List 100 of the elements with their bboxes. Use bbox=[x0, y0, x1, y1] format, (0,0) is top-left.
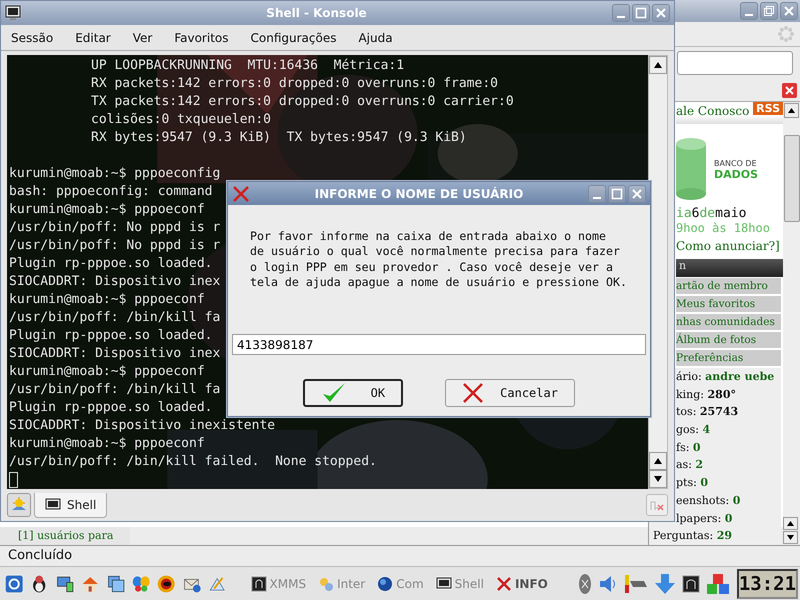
scrollbar-thumb[interactable] bbox=[784, 135, 800, 222]
close-button[interactable] bbox=[652, 4, 670, 22]
stat-line: Perguntas: 29 bbox=[653, 528, 732, 544]
scroll-up-icon[interactable] bbox=[649, 56, 667, 74]
terminal-line: bash: pppoeconfig: command bbox=[9, 184, 212, 200]
scroll-down-icon[interactable] bbox=[783, 531, 798, 544]
terminal-icon[interactable] bbox=[682, 574, 700, 592]
x-icon bbox=[232, 184, 250, 202]
maximize-button[interactable] bbox=[608, 184, 626, 202]
contact-link[interactable]: ale Conosco bbox=[676, 104, 750, 118]
terminal-line: SIOCADDRT: Dispositivo inex bbox=[9, 346, 220, 362]
dialog-message: Por favor informe na caixa de entrada abaixo o nome de usuário o qual você normalmente precisa para fazer o login PPP em seu provedor . Caso você deseje ver a tela de ajuda apague a nome de usuário e pressione OK. bbox=[250, 229, 628, 290]
users-link[interactable]: [1] usuários para bbox=[0, 527, 130, 545]
username-field[interactable]: 4133898187 bbox=[232, 334, 646, 356]
terminal-line: /usr/bin/poff: No pppd is r bbox=[9, 220, 220, 236]
close-icon[interactable] bbox=[782, 82, 797, 98]
minimize-button[interactable] bbox=[740, 2, 758, 20]
logo-text: BANCO DE DADOS bbox=[714, 158, 758, 180]
throbber-icon bbox=[778, 26, 794, 42]
scroll-up-icon[interactable] bbox=[649, 452, 667, 470]
menu-item[interactable]: Meus favoritos bbox=[676, 296, 781, 312]
terminal-line: /usr/bin/poff: /bin/kill fa bbox=[9, 382, 220, 398]
terminal-line: kurumin@moab:~$ pppoeconf bbox=[9, 436, 205, 452]
menu-item[interactable]: Álbum de fotos bbox=[676, 332, 781, 348]
globe-icon bbox=[377, 576, 394, 592]
terminal-line: kurumin@moab:~$ pppoeconf bbox=[9, 364, 205, 380]
new-session-button[interactable] bbox=[7, 493, 31, 518]
terminal-line: SIOCADDRT: Dispositivo inexistente bbox=[9, 418, 276, 434]
terminal-line: Plugin rp-pppoe.so loaded. bbox=[9, 328, 212, 344]
close-icon bbox=[783, 5, 795, 17]
menu-header: n bbox=[676, 259, 783, 277]
close-icon bbox=[655, 6, 667, 19]
menu-item[interactable]: nhas comunidades bbox=[676, 314, 781, 330]
menu-item[interactable]: Sessão bbox=[11, 30, 54, 45]
stat-line: fs: 0 bbox=[676, 440, 701, 456]
minimize-icon bbox=[745, 14, 753, 16]
dialog-title: INFORME O NOME DE USUÁRIO bbox=[314, 186, 524, 200]
gears-icon bbox=[318, 576, 334, 592]
stat-line: pts: 0 bbox=[676, 475, 708, 492]
restore-icon bbox=[763, 5, 775, 17]
terminal-line: /usr/bin/poff: No pppd is r bbox=[9, 238, 220, 254]
minimize-button[interactable] bbox=[588, 184, 606, 202]
terminal-line: kurumin@moab:~$ pppoeconf bbox=[9, 202, 205, 218]
session-tab[interactable]: Shell bbox=[34, 492, 108, 518]
clock[interactable]: 13:21 bbox=[736, 568, 798, 598]
down-arrow-icon[interactable] bbox=[654, 572, 676, 594]
menu-item[interactable]: Editar bbox=[75, 30, 111, 45]
terminal-icon bbox=[5, 4, 21, 21]
scroll-up-icon[interactable] bbox=[783, 517, 798, 530]
terminal-line: RX bytes:9547 (9.3 KiB) TX bytes:9547 (9.3 KiB) bbox=[91, 130, 467, 146]
minimize-icon bbox=[593, 196, 601, 198]
stat-line: gos: 4 bbox=[676, 422, 710, 438]
menu-item[interactable]: Favoritos bbox=[174, 30, 228, 45]
x-icon bbox=[462, 382, 484, 404]
terminal-line: colisões:0 txqueuelen:0 bbox=[91, 112, 272, 128]
database-drawing bbox=[676, 138, 708, 200]
menu-item[interactable]: Ver bbox=[132, 30, 152, 45]
scroll-up-icon[interactable] bbox=[784, 103, 799, 118]
menu-item[interactable]: Preferências bbox=[676, 350, 781, 366]
terminal-line: SIOCADDRT: Dispositivo inex bbox=[9, 274, 220, 290]
window-title: Shell - Konsole bbox=[265, 6, 368, 20]
dialog-button[interactable]: OK bbox=[303, 379, 404, 408]
terminal-icon bbox=[250, 576, 267, 592]
oval-icon[interactable] bbox=[578, 572, 592, 594]
restore-button[interactable] bbox=[760, 2, 778, 20]
stat-line: king: 280° bbox=[676, 386, 736, 403]
stat-line: lpapers: 0 bbox=[676, 510, 732, 526]
advertise-link[interactable]: Como anunciar?] bbox=[676, 239, 783, 253]
close-tab-button[interactable] bbox=[646, 494, 668, 516]
rss-badge[interactable]: RSS bbox=[753, 102, 783, 115]
terminal-line: Plugin rp-pppoe.so loaded. bbox=[9, 400, 212, 416]
scroll-down-icon[interactable] bbox=[649, 470, 667, 488]
address-field[interactable] bbox=[677, 51, 793, 75]
menu-item[interactable]: Configurações bbox=[250, 30, 336, 45]
monitor-icon bbox=[436, 576, 452, 592]
event-hours: 9hoo às 18hoo bbox=[676, 221, 771, 235]
stat-line: as: 2 bbox=[676, 457, 704, 474]
close-icon bbox=[631, 188, 643, 200]
status-bar: Concluído bbox=[0, 545, 800, 567]
terminal-line: TX packets:142 errors:0 dropped:0 overruns:0 carrier:0 bbox=[91, 94, 514, 110]
terminal-line: RX packets:142 errors:0 dropped:0 overruns:0 frame:0 bbox=[91, 76, 498, 92]
menu-item[interactable]: artão de membro bbox=[676, 278, 781, 294]
chip-icon[interactable] bbox=[624, 572, 648, 594]
menu-item[interactable]: Ajuda bbox=[358, 30, 393, 45]
maximize-icon bbox=[611, 188, 623, 200]
stat-line: tos: 25743 bbox=[676, 404, 738, 420]
minimize-icon bbox=[617, 16, 625, 18]
close-button[interactable] bbox=[780, 2, 798, 20]
stat-line: eenshots: 0 bbox=[676, 492, 740, 509]
x-icon bbox=[496, 576, 512, 592]
terminal-line: kurumin@moab:~$ pppoeconfig bbox=[9, 166, 220, 182]
terminal-line: UP LOOPBACKRUNNING MTU:16436 Métrica:1 bbox=[91, 58, 404, 74]
dialog-button[interactable]: Cancelar bbox=[445, 379, 575, 408]
terminal-line: Plugin rp-pppoe.so loaded. bbox=[9, 256, 212, 272]
minimize-button[interactable] bbox=[612, 4, 630, 22]
close-button[interactable] bbox=[628, 184, 646, 202]
taskbar-task[interactable]: INFO bbox=[492, 570, 551, 596]
terminal-line: kurumin@moab:~$ pppoeconf bbox=[9, 292, 205, 308]
maximize-button[interactable] bbox=[632, 4, 650, 22]
cubes-icon[interactable] bbox=[706, 572, 730, 594]
